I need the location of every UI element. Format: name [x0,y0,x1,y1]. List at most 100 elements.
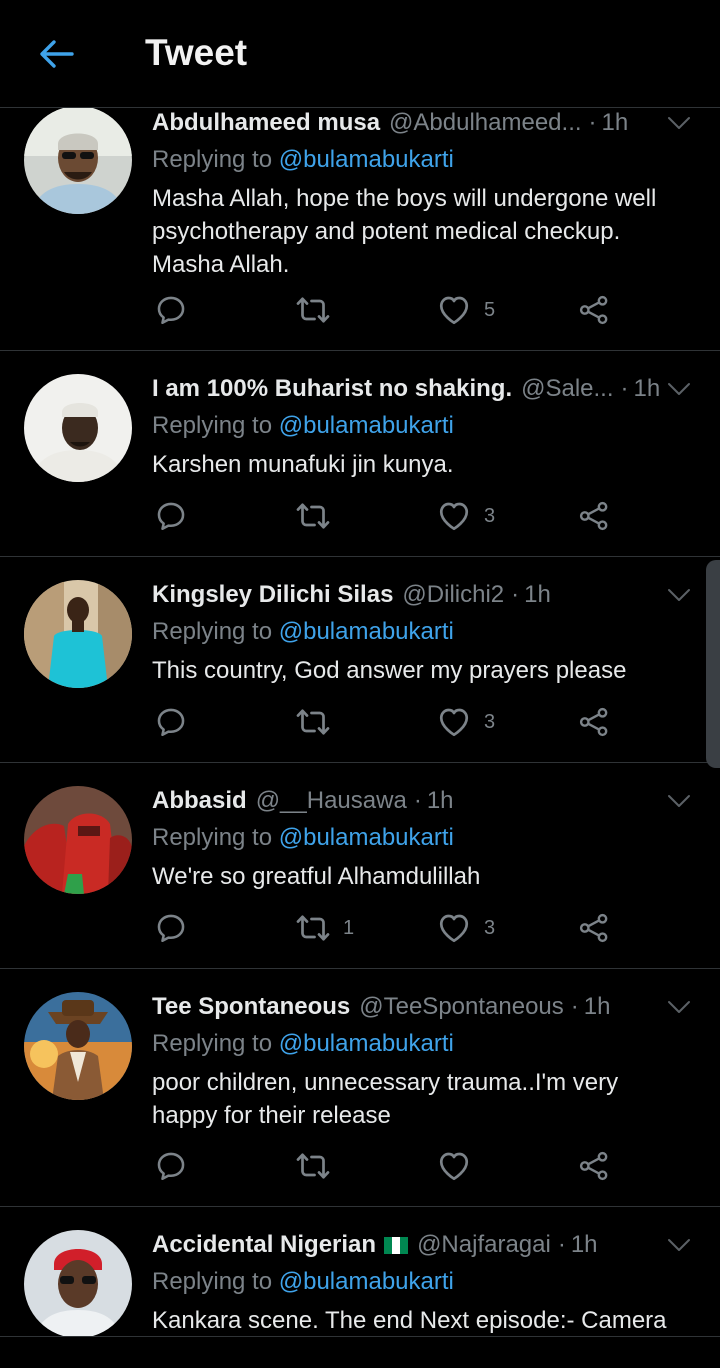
replying-to: Replying to @bulamabukarti [152,1268,454,1295]
replying-to: Replying to @bulamabukarti [152,146,454,173]
user-handle[interactable]: @Abdulhameed... [389,109,581,137]
chevron-down-icon[interactable] [666,586,692,604]
like-count: 5 [484,298,496,321]
reply-button[interactable] [154,496,188,536]
display-name[interactable]: Tee Spontaneous [152,993,350,1021]
retweet-icon [295,1148,331,1184]
heart-icon [436,704,472,740]
separator-dot: · [413,787,422,814]
mention-link[interactable]: @bulamabukarti [279,146,454,173]
avatar[interactable] [24,374,132,482]
like-button[interactable]: 3 [436,496,495,536]
heart-icon [436,1148,472,1184]
tweet-actions: 1 3 [152,908,622,948]
share-icon [577,911,611,945]
share-button[interactable] [577,702,611,742]
reply-button[interactable] [154,702,188,742]
mention-link[interactable]: @bulamabukarti [279,824,454,851]
avatar[interactable] [24,108,132,214]
replies-list: Abdulhameed musa @Abdulhameed... · 1h Re… [0,108,720,1336]
display-name[interactable]: Kingsley Dilichi Silas [152,581,393,609]
mention-link[interactable]: @bulamabukarti [279,618,454,645]
display-name[interactable]: Abdulhameed musa [152,109,380,137]
reply-icon [154,911,188,945]
heart-icon [436,910,472,946]
like-count: 3 [484,504,496,527]
tweet-item[interactable]: Accidental Nigerian @Najfaragai · 1h Rep… [0,1206,720,1336]
avatar[interactable] [24,580,132,688]
share-icon [577,293,611,327]
tweet-text: This country, God answer my prayers plea… [152,657,627,684]
avatar[interactable] [24,786,132,894]
display-name[interactable]: Abbasid [152,787,247,815]
separator-dot: · [557,1231,566,1258]
user-handle[interactable]: @__Hausawa [256,787,407,815]
like-button[interactable]: 3 [436,702,495,742]
tweet-item[interactable]: Abbasid @__Hausawa · 1h Replying to @bul… [0,762,720,969]
mention-link[interactable]: @bulamabukarti [279,412,454,439]
timestamp: 1h [633,375,661,402]
avatar[interactable] [24,1230,132,1336]
display-name[interactable]: Accidental Nigerian [152,1231,376,1259]
retweet-button[interactable] [295,702,343,742]
heart-icon [436,498,472,534]
separator-dot: · [620,375,629,402]
separator-dot: · [570,993,579,1020]
retweet-icon [295,910,331,946]
tweet-item[interactable]: Abdulhameed musa @Abdulhameed... · 1h Re… [0,108,720,351]
mention-link[interactable]: @bulamabukarti [279,1268,454,1295]
user-handle[interactable]: @TeeSpontaneous [359,993,564,1021]
timestamp: 1h [524,581,551,608]
reply-button[interactable] [154,1146,188,1186]
chevron-down-icon[interactable] [666,380,692,398]
divider [0,1336,720,1337]
replying-to: Replying to @bulamabukarti [152,824,454,851]
reply-icon [154,499,188,533]
replying-to: Replying to @bulamabukarti [152,618,454,645]
chevron-down-icon[interactable] [666,998,692,1016]
timestamp: 1h [426,787,454,814]
share-button[interactable] [577,908,611,948]
reply-button[interactable] [154,908,188,948]
reply-button[interactable] [154,290,188,330]
share-button[interactable] [577,1146,611,1186]
retweet-button[interactable]: 1 [295,908,354,948]
timestamp: 1h [583,993,611,1020]
nigeria-flag-icon [384,1236,409,1254]
tweet-actions [152,1146,622,1186]
reply-icon [154,293,188,327]
like-count: 3 [484,916,496,939]
share-icon [577,705,611,739]
chevron-down-icon[interactable] [666,114,692,132]
mention-link[interactable]: @bulamabukarti [279,1030,454,1057]
avatar[interactable] [24,992,132,1100]
like-button[interactable]: 5 [436,290,495,330]
tweet-item[interactable]: Tee Spontaneous @TeeSpontaneous · 1h Rep… [0,968,720,1207]
reply-icon [154,1149,188,1183]
chevron-down-icon[interactable] [666,792,692,810]
retweet-icon [295,292,331,328]
scrollbar-thumb[interactable] [706,560,720,768]
share-button[interactable] [577,496,611,536]
timestamp: 1h [601,109,629,136]
user-handle[interactable]: @Sale... [521,375,613,403]
retweet-button[interactable] [295,496,343,536]
chevron-down-icon[interactable] [666,1236,692,1254]
like-button[interactable]: 3 [436,908,495,948]
reply-icon [154,705,188,739]
tweet-text: We're so greatful Alhamdulillah [152,863,481,890]
like-button[interactable] [436,1146,484,1186]
replying-to: Replying to @bulamabukarti [152,412,454,439]
user-handle[interactable]: @Dilichi2 [402,581,504,609]
retweet-button[interactable] [295,290,343,330]
user-handle[interactable]: @Najfaragai [417,1231,551,1259]
tweet-item[interactable]: I am 100% Buharist no shaking. @Sale... … [0,350,720,557]
back-button[interactable] [34,32,78,76]
share-button[interactable] [577,290,611,330]
display-name[interactable]: I am 100% Buharist no shaking. [152,375,512,403]
tweet-item[interactable]: Kingsley Dilichi Silas @Dilichi2 · 1h Re… [0,556,720,763]
like-count: 3 [484,710,496,733]
replying-to: Replying to @bulamabukarti [152,1030,454,1057]
retweet-button[interactable] [295,1146,343,1186]
top-bar: Tweet [0,0,720,108]
